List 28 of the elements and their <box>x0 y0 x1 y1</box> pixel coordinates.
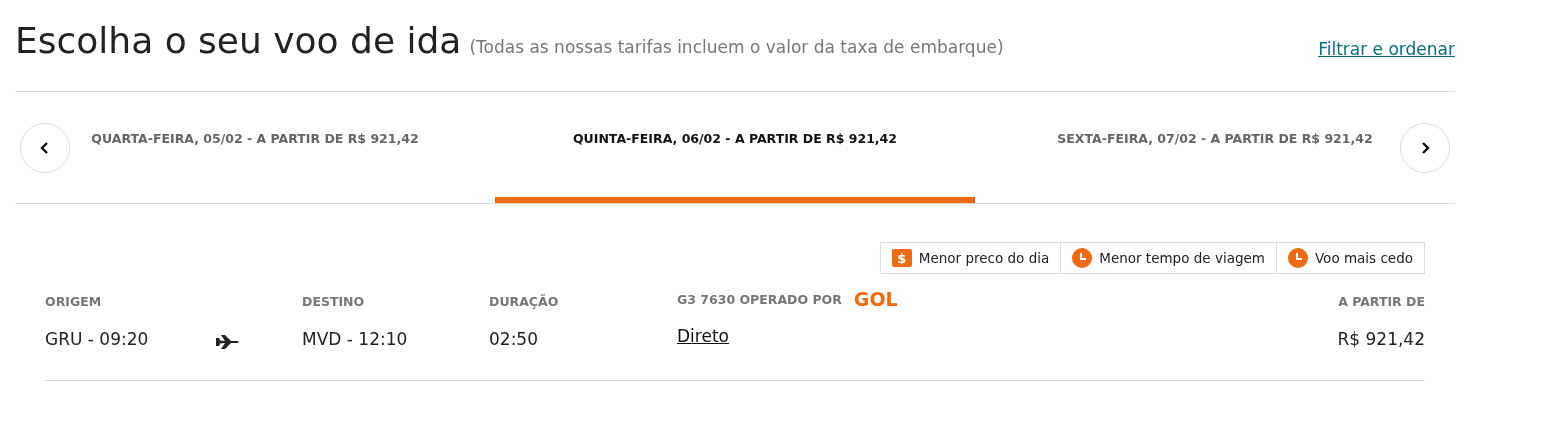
filter-link[interactable]: Filtrar e ordenar <box>1318 39 1455 59</box>
chevron-left-icon <box>39 141 51 155</box>
clock-icon <box>1072 248 1093 268</box>
legend-item: Voo mais cedo <box>1275 243 1424 273</box>
column-label: A PARTIR DE <box>1338 294 1425 309</box>
clock-icon <box>1287 248 1308 268</box>
page-subtitle: (Todas as nossas tarifas incluem o valor da taxa de embarque) <box>469 37 1004 57</box>
duration-value: 02:50 <box>489 329 539 349</box>
stops-link[interactable]: Direto <box>677 326 729 346</box>
next-button[interactable] <box>1400 123 1450 173</box>
legend-item: Menor tempo de viagem <box>1060 243 1276 273</box>
destination-time: MVD - 12:10 <box>302 329 409 349</box>
airline-logo: GOL <box>853 288 898 310</box>
date-tab[interactable]: SEXTA-FEIRA, 07/02 - A PARTIR DE R$ 921,42 <box>975 92 1455 203</box>
airplane-icon <box>215 334 241 350</box>
dollar-icon: $ <box>891 249 912 267</box>
origin-time: GRU - 09:20 <box>45 329 150 349</box>
page-title: Escolha o seu voo de ida <box>15 20 462 61</box>
column-label: DURAÇÃO <box>489 294 560 309</box>
operator-label: G3 7630 OPERADO POR <box>677 291 842 307</box>
date-tab[interactable]: QUARTA-FEIRA, 05/02 - A PARTIR DE R$ 921,42 <box>15 92 495 203</box>
price-value: R$ 921,42 <box>1337 329 1425 349</box>
legend-item: $ Menor preco do dia <box>880 243 1061 273</box>
chevron-right-icon <box>1419 141 1431 155</box>
previous-button[interactable] <box>20 123 70 173</box>
column-label: DESTINO <box>302 294 366 309</box>
date-tab[interactable]: QUINTA-FEIRA, 06/02 - A PARTIR DE R$ 921,42 <box>495 92 975 203</box>
column-label: ORIGEM <box>45 294 103 309</box>
